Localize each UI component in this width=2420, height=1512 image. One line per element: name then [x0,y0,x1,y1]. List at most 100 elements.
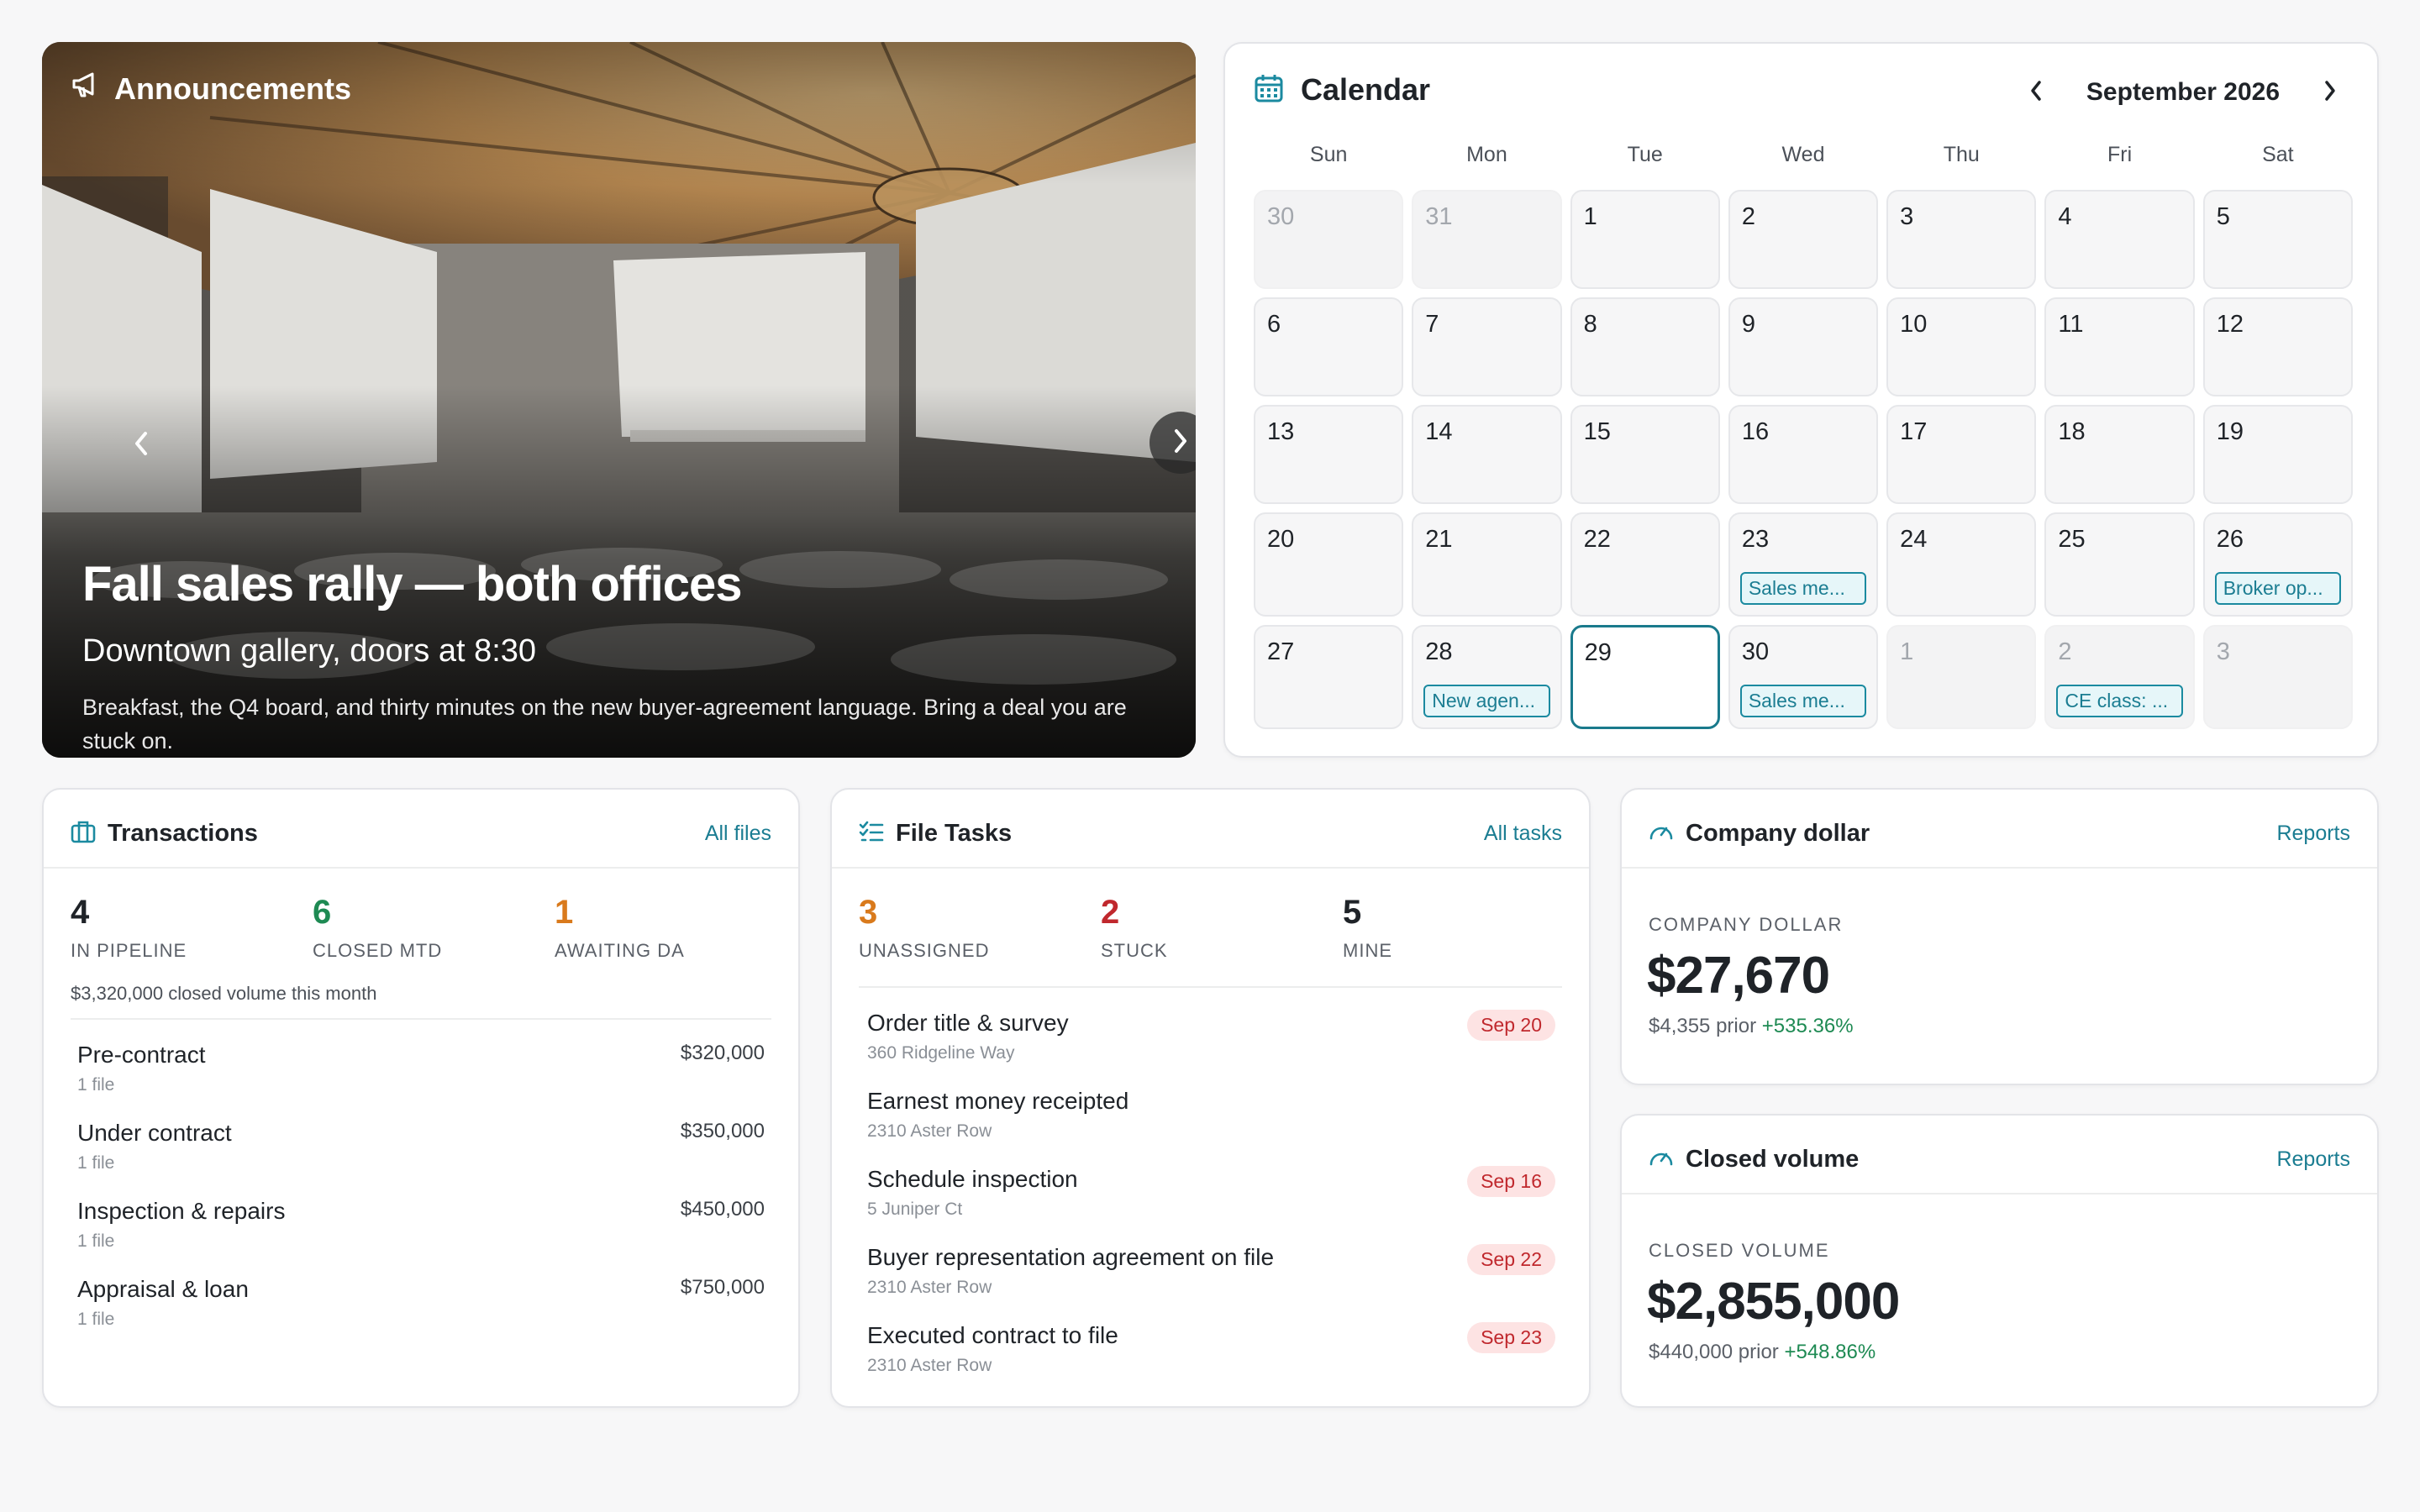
calendar-day[interactable]: 20 [1254,512,1404,617]
stage-name: Under contract [77,1120,232,1146]
day-number: 28 [1425,638,1453,665]
day-number: 1 [1900,638,1914,665]
calendar-day[interactable]: 24 [1886,512,2037,617]
day-number: 3 [1900,203,1914,230]
task-address: 360 Ridgeline Way [867,1043,1015,1063]
pipeline-stage-row[interactable]: Under contract 1 file $350,000 [77,1120,765,1198]
day-number: 27 [1267,638,1295,665]
task-address: 2310 Aster Row [867,1356,992,1375]
calendar-day[interactable]: 16 [1728,405,1879,504]
all-files-link[interactable]: All files [705,822,771,846]
weekday-label: Thu [1943,143,1980,166]
stat-value: 5 [1343,894,1362,931]
calendar-day[interactable]: 13 [1254,405,1404,504]
day-number: 10 [1900,311,1928,338]
calendar-day[interactable]: 25 [2044,512,2195,617]
calendar-day[interactable]: 4 [2044,190,2195,289]
task-row[interactable]: Earnest money receipted 2310 Aster Row [867,1088,1555,1166]
calendar-day[interactable]: 21 [1412,512,1562,617]
calendar-day[interactable]: 27 [1254,625,1404,729]
stat-value: 1 [555,894,574,931]
calendar-day[interactable]: 7 [1412,297,1562,396]
calendar-day-today[interactable]: 29 [1570,625,1720,729]
announcements-header: Announcements [71,71,351,107]
pipeline-stage-row[interactable]: Appraisal & loan 1 file $750,000 [77,1276,765,1354]
day-number: 20 [1267,526,1295,553]
calendar-day[interactable]: 11 [2044,297,2195,396]
task-address: 2310 Aster Row [867,1121,992,1141]
calendar-day[interactable]: 23 Sales me... [1728,512,1879,617]
calendar-day[interactable]: 5 [2202,190,2353,289]
change-percent: +548.86% [1784,1341,1876,1363]
task-row[interactable]: Order title & survey 360 Ridgeline Way Sep… [867,1010,1555,1088]
divider [44,867,798,869]
stage-file-count: 1 file [77,1310,115,1329]
calendar-event[interactable]: CE class: ... [2056,685,2183,717]
calendar-event[interactable]: Broker op... [2214,572,2341,605]
next-month-button[interactable] [2312,74,2349,111]
divider [1622,1193,2377,1194]
metric-value: $2,855,000 [1647,1273,1900,1331]
calendar-day[interactable]: 10 [1886,297,2037,396]
company-dollar-header: Company dollar Reports [1649,815,2350,852]
pipeline-stage-list: Pre-contract 1 file $320,000 Under contract… [77,1042,765,1354]
all-tasks-link[interactable]: All tasks [1484,822,1562,846]
calendar-day[interactable]: 30 Sales me... [1728,625,1879,729]
calendar-icon [1254,73,1284,108]
calendar-day[interactable]: 30 [1254,190,1404,289]
day-number: 4 [2058,203,2072,230]
calendar-day[interactable]: 17 [1886,405,2037,504]
reports-link[interactable]: Reports [2276,1147,2350,1172]
calendar-event[interactable]: Sales me... [1739,572,1867,605]
calendar-day[interactable]: 2 CE class: ... [2044,625,2195,729]
pipeline-stage-row[interactable]: Inspection & repairs 1 file $450,000 [77,1198,765,1276]
metric-label: CLOSED VOLUME [1649,1240,1830,1261]
calendar-day[interactable]: 1 [1570,190,1720,289]
prev-month-button[interactable] [2018,74,2054,111]
company-dollar-card: Company dollar Reports COMPANY DOLLAR $2… [1620,788,2379,1085]
reports-link[interactable]: Reports [2276,822,2350,846]
calendar-day[interactable]: 14 [1412,405,1562,504]
closed-volume-header: Closed volume Reports [1649,1141,2350,1178]
calendar-day[interactable]: 8 [1570,297,1720,396]
metric-value: $27,670 [1647,947,1830,1005]
calendar-day[interactable]: 3 [2202,625,2353,729]
calendar-day[interactable]: 26 Broker op... [2202,512,2353,617]
weekday-label: Wed [1781,143,1825,166]
calendar-event[interactable]: New agen... [1423,685,1550,717]
stat-value: 4 [71,894,90,931]
task-name: Schedule inspection [867,1166,1078,1192]
calendar-header: Calendar [1254,72,1430,108]
calendar-day[interactable]: 3 [1886,190,2037,289]
prior-value: $440,000 prior [1649,1341,1779,1363]
month-navigator: September 2026 [2018,74,2349,111]
day-number: 24 [1900,526,1928,553]
stat-label: MINE [1343,940,1392,961]
task-row[interactable]: Executed contract to file 2310 Aster Row S… [867,1322,1555,1400]
day-number: 11 [2058,311,2084,338]
calendar-event[interactable]: Sales me... [1739,685,1867,717]
calendar-day[interactable]: 19 [2202,405,2353,504]
day-number: 30 [1267,203,1295,230]
calendar-day[interactable]: 6 [1254,297,1404,396]
weekday-label: Mon [1466,143,1507,166]
calendar-day[interactable]: 2 [1728,190,1879,289]
task-list: Order title & survey 360 Ridgeline Way Sep… [867,1010,1555,1400]
task-row[interactable]: Schedule inspection 5 Juniper Ct Sep 16 [867,1166,1555,1244]
calendar-day[interactable]: 15 [1570,405,1720,504]
calendar-day[interactable]: 1 [1886,625,2037,729]
carousel-prev-button[interactable] [119,423,163,467]
task-address: 5 Juniper Ct [867,1200,963,1219]
calendar-day[interactable]: 12 [2202,297,2353,396]
calendar-day[interactable]: 31 [1412,190,1562,289]
calendar-day[interactable]: 18 [2044,405,2195,504]
calendar-day[interactable]: 22 [1570,512,1720,617]
task-row[interactable]: Buyer representation agreement on file 23… [867,1244,1555,1322]
closed-volume-card: Closed volume Reports CLOSED VOLUME $2,8… [1620,1114,2379,1408]
chevron-right-icon [2323,79,2337,107]
announcements-carousel[interactable]: Announcements Fall sales rally — both of… [42,42,1196,758]
calendar-day[interactable]: 28 New agen... [1412,625,1562,729]
pipeline-stage-row[interactable]: Pre-contract 1 file $320,000 [77,1042,765,1120]
due-date-badge: Sep 23 [1467,1322,1555,1353]
calendar-day[interactable]: 9 [1728,297,1879,396]
